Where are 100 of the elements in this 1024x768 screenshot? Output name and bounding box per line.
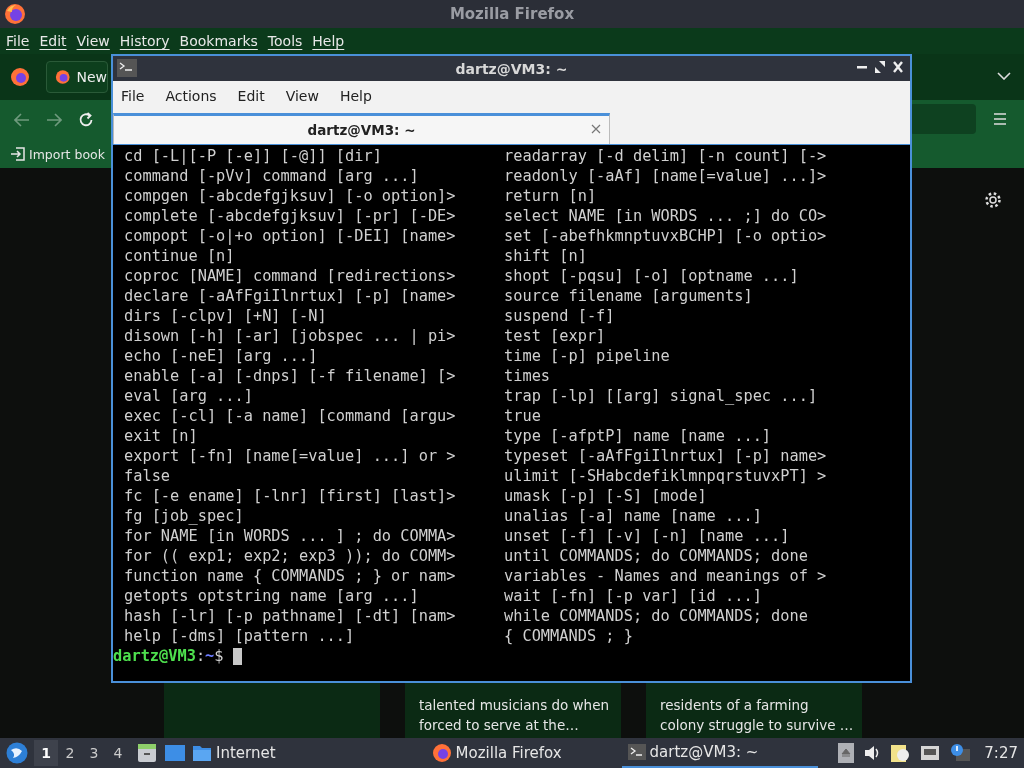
terminal-line: exit [n]: [124, 426, 199, 446]
menu-item[interactable]: Edit: [237, 87, 265, 104]
workspace-button[interactable]: 3: [82, 740, 106, 766]
menu-item[interactable]: File: [121, 87, 145, 104]
prompt-path: ~: [205, 646, 215, 666]
firefox-icon: [431, 743, 452, 763]
terminal-line: command [-pVv] command [arg ...]: [124, 166, 420, 186]
file-cabinet-icon[interactable]: [136, 742, 158, 764]
terminal-line: exec [-cl] [-a name] [command [argu>: [124, 406, 457, 426]
terminal-line: while COMMANDS; do COMMANDS; done: [504, 606, 809, 626]
menu-item[interactable]: Help: [339, 87, 372, 104]
clock-text: 7:27: [984, 744, 1018, 762]
workspace-button[interactable]: 4: [106, 740, 130, 766]
launcher-button[interactable]: Internet: [192, 744, 276, 762]
notification-icon[interactable]: [950, 743, 971, 763]
terminal-line: trap [-lp] [[arg] signal_spec ...]: [504, 386, 819, 406]
terminal-icon: [627, 744, 646, 760]
story-card[interactable]: talented musicians do when forced to serve at the…: [405, 683, 621, 738]
import-icon[interactable]: [10, 146, 26, 162]
menu-item[interactable]: View: [285, 87, 319, 104]
terminal-line: time [-p] pipeline: [504, 346, 671, 366]
menu-item[interactable]: History: [119, 33, 170, 49]
terminal-line: export [-fn] [name[=value] ...] or >: [124, 446, 457, 466]
forward-arrow-icon[interactable]: [46, 113, 62, 127]
start-menu-icon[interactable]: [6, 742, 28, 764]
window-title: dartz@VM3: ~: [455, 60, 568, 77]
terminal-line: umask [-p] [-S] [mode]: [504, 486, 708, 506]
terminal-line: unset [-f] [-v] [-n] [name ...]: [504, 526, 791, 546]
terminal-line: compopt [-o|+o option] [-DEI] [name>: [124, 226, 457, 246]
menu-item[interactable]: Actions: [165, 87, 217, 104]
terminal-line: return [n]: [504, 186, 598, 206]
terminal-line: shift [n]: [504, 246, 588, 266]
prompt-symbol: $: [214, 646, 224, 666]
url-field[interactable]: [910, 104, 976, 134]
chevron-down-icon[interactable]: [997, 72, 1011, 80]
menu-icon[interactable]: [993, 113, 1007, 125]
terminal-line: help [-dms] [pattern ...]: [124, 626, 356, 646]
terminal-line: continue [n]: [124, 246, 236, 266]
terminal-line: for NAME [in WORDS ... ] ; do COMMA>: [124, 526, 457, 546]
terminal-line: declare [-aAfFgiIlnrtux] [-p] [name>: [124, 286, 457, 306]
terminal-line: true: [504, 406, 542, 426]
firefox-icon[interactable]: [10, 67, 30, 87]
terminal-line: disown [-h] [-ar] [jobspec ... | pi>: [124, 326, 457, 346]
firefox-icon: [55, 68, 71, 86]
menu-item[interactable]: Edit: [39, 33, 67, 49]
clipboard-icon[interactable]: [890, 743, 911, 763]
terminal-line: { COMMANDS ; }: [504, 626, 634, 646]
terminal-line: eval [arg ...]: [124, 386, 254, 406]
terminal-line: coproc [NAME] command [redirections>: [124, 266, 457, 286]
terminal-tab[interactable]: dartz@VM3: ~: [113, 113, 610, 144]
terminal-line: source filename [arguments]: [504, 286, 754, 306]
menu-item[interactable]: View: [76, 33, 110, 49]
menu-item[interactable]: Tools: [267, 33, 303, 49]
folder-icon: [192, 744, 212, 762]
taskbar-task[interactable]: dartz@VM3: ~: [621, 738, 818, 768]
terminal-line: echo [-neE] [arg ...]: [124, 346, 319, 366]
card-text: colony struggle to survive …: [660, 716, 850, 735]
terminal-line: fc [-e ename] [-lnr] [first] [last]>: [124, 486, 457, 506]
workspace-button[interactable]: 2: [58, 740, 82, 766]
terminal-line: wait [-fn] [-p var] [id ...]: [504, 586, 763, 606]
terminal-line: type [-afptP] name [name ...]: [504, 426, 773, 446]
back-arrow-icon[interactable]: [14, 113, 30, 127]
menu-item[interactable]: Bookmarks: [179, 33, 258, 49]
card-text: forced to serve at the…: [419, 716, 580, 735]
prompt-separator: :: [195, 646, 206, 666]
menu-item[interactable]: Help: [312, 33, 345, 49]
terminal-line: readarray [-d delim] [-n count] [->: [504, 146, 828, 166]
terminal-line: cd [-L|[-P [-e]] [-@]] [dir]: [124, 146, 383, 166]
terminal-line: unalias [-a] name [name ...]: [504, 506, 763, 526]
terminal-line: getopts optstring name [arg ...]: [124, 586, 420, 606]
bookmark-item[interactable]: Import book: [29, 146, 105, 162]
browser-tab[interactable]: New: [46, 61, 108, 93]
speaker-icon[interactable]: [864, 745, 881, 761]
terminal-line: test [expr]: [504, 326, 607, 346]
terminal-line: times: [504, 366, 552, 386]
terminal-line: suspend [-f]: [504, 306, 616, 326]
window-icon[interactable]: [164, 743, 186, 763]
terminal-line: fg [job_spec]: [124, 506, 245, 526]
terminal-line: function name { COMMANDS ; } or nam>: [124, 566, 457, 586]
terminal-line: enable [-a] [-dnps] [-f filename] [>: [124, 366, 457, 386]
terminal-line: until COMMANDS; do COMMANDS; done: [504, 546, 809, 566]
terminal-line: complete [-abcdefgjksuv] [-pr] [-DE>: [124, 206, 457, 226]
menu-item[interactable]: File: [6, 33, 30, 49]
tab-label: New: [76, 69, 107, 85]
terminal-line: dirs [-clpv] [+N] [-N]: [124, 306, 328, 326]
card-text: residents of a farming: [660, 696, 810, 715]
settings-icon[interactable]: [984, 191, 1002, 209]
text-cursor: [232, 648, 242, 665]
workspace-button[interactable]: 1: [34, 740, 58, 766]
terminal-line: shopt [-pqsu] [-o] [optname ...]: [504, 266, 800, 286]
reload-icon[interactable]: [78, 112, 94, 128]
maximize-icon[interactable]: [874, 60, 886, 74]
network-icon[interactable]: [920, 745, 941, 761]
story-card[interactable]: residents of a farming colony struggle to survive …: [646, 683, 862, 738]
terminal-line: set [-abefhkmnptuvxBCHP] [-o optio>: [504, 226, 828, 246]
taskbar-task[interactable]: Mozilla Firefox: [425, 738, 576, 768]
eject-icon[interactable]: [838, 743, 855, 763]
terminal-line: for (( exp1; exp2; exp3 )); do COMM>: [124, 546, 457, 566]
terminal-line: variables - Names and meanings of >: [504, 566, 828, 586]
terminal-line: readonly [-aAf] [name[=value] ...]>: [504, 166, 828, 186]
